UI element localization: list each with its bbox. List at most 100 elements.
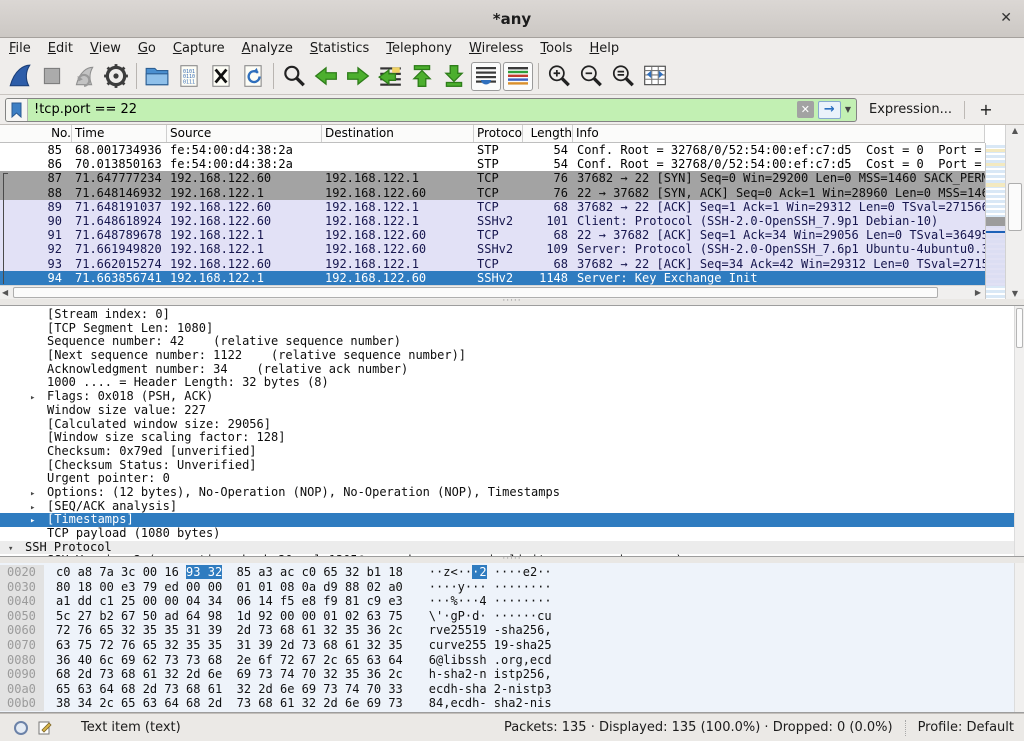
menu-wireless[interactable]: Wireless: [469, 41, 523, 56]
hex-bytes[interactable]: 38 34 2c 65 63 64 68 2d 73 68 61 32 2d 6…: [56, 696, 403, 711]
hex-row[interactable]: 007063 75 72 76 65 32 35 35 31 39 2d 73 …: [0, 638, 1024, 653]
vscroll-thumb[interactable]: [1008, 183, 1022, 231]
title-bar[interactable]: *any ✕: [0, 0, 1024, 38]
expert-info-icon[interactable]: [13, 720, 29, 736]
auto-scroll-icon[interactable]: [471, 62, 501, 91]
hex-bytes[interactable]: 80 18 00 e3 79 ed 00 00 01 01 08 0a d9 8…: [56, 580, 403, 595]
hex-row[interactable]: 0040a1 dd c1 25 00 00 04 34 06 14 f5 e8 …: [0, 594, 1024, 609]
filter-dropdown-icon[interactable]: ▼: [845, 105, 851, 114]
hex-row[interactable]: 00b038 34 2c 65 63 64 68 2d 73 68 61 32 …: [0, 696, 1024, 711]
hex-row[interactable]: 008036 40 6c 69 62 73 73 68 2e 6f 72 67 …: [0, 653, 1024, 668]
menu-tools[interactable]: Tools: [540, 41, 572, 56]
hex-ascii[interactable]: \'·gP·d· ······cu: [429, 609, 552, 624]
detail-line[interactable]: ▸Options: (12 bytes), No-Operation (NOP)…: [0, 486, 1024, 500]
menu-file[interactable]: File: [9, 41, 31, 56]
detail-line[interactable]: [Calculated window size: 29056]: [0, 418, 1024, 432]
hex-ascii[interactable]: ··z<···2 ····e2··: [429, 565, 552, 580]
zoom-out-icon[interactable]: [576, 62, 606, 91]
column-header-length[interactable]: Length: [523, 125, 573, 142]
zoom-reset-icon[interactable]: [608, 62, 638, 91]
close-file-icon[interactable]: [206, 62, 236, 91]
packet-row[interactable]: 9271.661949820192.168.122.1192.168.122.6…: [0, 242, 985, 256]
hex-ascii[interactable]: 6@libssh .org,ecd: [429, 653, 552, 668]
hex-ascii[interactable]: h-sha2-n istp256,: [429, 667, 552, 682]
scroll-down-icon[interactable]: ▼: [1006, 289, 1024, 298]
hex-bytes[interactable]: a1 dd c1 25 00 00 04 34 06 14 f5 e8 f9 8…: [56, 594, 403, 609]
detail-line[interactable]: Checksum: 0x79ed [unverified]: [0, 445, 1024, 459]
display-filter-input[interactable]: [28, 99, 797, 121]
detail-line[interactable]: [Next sequence number: 1122 (relative se…: [0, 349, 1024, 363]
detail-line[interactable]: 1000 .... = Header Length: 32 bytes (8): [0, 376, 1024, 390]
packet-row[interactable]: 8670.013850163fe:54:00:d4:38:2aSTP54Conf…: [0, 157, 985, 171]
status-profile[interactable]: Profile: Default: [918, 720, 1014, 735]
colorize-icon[interactable]: [503, 62, 533, 91]
hex-bytes[interactable]: 36 40 6c 69 62 73 73 68 2e 6f 72 67 2c 6…: [56, 653, 403, 668]
column-header-no[interactable]: No.: [0, 125, 72, 142]
scroll-right-icon[interactable]: ▶: [975, 288, 981, 297]
detail-line[interactable]: TCP payload (1080 bytes): [0, 527, 1024, 541]
go-forward-icon[interactable]: [343, 62, 373, 91]
hex-ascii[interactable]: curve255 19-sha25: [429, 638, 552, 653]
detail-line[interactable]: [Stream index: 0]: [0, 308, 1024, 322]
details-scroll-thumb[interactable]: [1016, 308, 1023, 348]
packet-list-vscrollbar[interactable]: ▲ ▼: [1005, 125, 1024, 299]
capture-comment-icon[interactable]: [37, 720, 53, 736]
stop-capture-icon[interactable]: [37, 62, 67, 91]
hex-row[interactable]: 009068 2d 73 68 61 32 2d 6e 69 73 74 70 …: [0, 667, 1024, 682]
detail-line[interactable]: ▸SSH Version 2 (encryption:chacha20-poly…: [0, 554, 1024, 557]
save-file-icon[interactable]: 010101100111: [174, 62, 204, 91]
hex-bytes[interactable]: 5c 27 b2 67 50 ad 64 98 1d 92 00 00 01 0…: [56, 609, 403, 624]
column-header-source[interactable]: Source: [167, 125, 322, 142]
hex-row[interactable]: 0020c0 a8 7a 3c 00 16 93 32 85 a3 ac c0 …: [0, 565, 1024, 580]
reload-file-icon[interactable]: [238, 62, 268, 91]
hex-ascii[interactable]: ····y··· ········: [429, 580, 552, 595]
packet-row[interactable]: 9171.648789678192.168.122.1192.168.122.6…: [0, 228, 985, 242]
filter-apply-icon[interactable]: →: [818, 101, 841, 119]
bytes-vscrollbar[interactable]: [1014, 563, 1024, 712]
hex-row[interactable]: 006072 76 65 32 35 35 31 39 2d 73 68 61 …: [0, 623, 1024, 638]
expression-button[interactable]: Expression...: [869, 102, 952, 117]
packet-row[interactable]: 9471.663856741192.168.122.1192.168.122.6…: [0, 271, 985, 285]
resize-columns-icon[interactable]: [640, 62, 670, 91]
collapsed-arrow-icon[interactable]: ▸: [30, 556, 47, 557]
go-to-top-icon[interactable]: [407, 62, 437, 91]
zoom-in-icon[interactable]: [544, 62, 574, 91]
hscroll-thumb[interactable]: [13, 287, 938, 298]
add-filter-button[interactable]: +: [977, 100, 995, 119]
packet-minimap[interactable]: [985, 143, 1005, 299]
open-file-icon[interactable]: [142, 62, 172, 91]
detail-line[interactable]: Acknowledgment number: 34 (relative ack …: [0, 363, 1024, 377]
display-filter-box[interactable]: ✕ → ▼: [5, 98, 857, 122]
scroll-left-icon[interactable]: ◀: [2, 288, 8, 297]
hex-bytes[interactable]: 68 2d 73 68 61 32 2d 6e 69 73 74 70 32 3…: [56, 667, 403, 682]
filter-bookmark-icon[interactable]: [6, 99, 28, 121]
column-header-time[interactable]: Time: [72, 125, 167, 142]
menu-analyze[interactable]: Analyze: [242, 41, 293, 56]
expanded-arrow-icon[interactable]: ▾: [8, 543, 25, 557]
hex-ascii[interactable]: rve25519 -sha256,: [429, 623, 552, 638]
hex-ascii[interactable]: ···%···4 ········: [429, 594, 552, 609]
menu-go[interactable]: Go: [138, 41, 156, 56]
hex-bytes[interactable]: 72 76 65 32 35 35 31 39 2d 73 68 61 32 3…: [56, 623, 403, 638]
packet-row[interactable]: 9371.662015274192.168.122.60192.168.122.…: [0, 257, 985, 271]
menu-statistics[interactable]: Statistics: [310, 41, 369, 56]
hex-ascii[interactable]: ecdh-sha 2-nistp3: [429, 682, 552, 697]
menu-view[interactable]: View: [90, 41, 121, 56]
scroll-up-icon[interactable]: ▲: [1006, 126, 1024, 135]
hex-row[interactable]: 00a065 63 64 68 2d 73 68 61 32 2d 6e 69 …: [0, 682, 1024, 697]
hex-row[interactable]: 00505c 27 b2 67 50 ad 64 98 1d 92 00 00 …: [0, 609, 1024, 624]
hex-bytes[interactable]: c0 a8 7a 3c 00 16 93 32 85 a3 ac c0 65 3…: [56, 565, 403, 580]
detail-line[interactable]: [Checksum Status: Unverified]: [0, 459, 1024, 473]
menu-telephony[interactable]: Telephony: [386, 41, 452, 56]
detail-line[interactable]: ▾SSH Protocol: [0, 541, 1024, 555]
go-back-icon[interactable]: [311, 62, 341, 91]
close-icon[interactable]: ✕: [1000, 10, 1012, 26]
find-packet-icon[interactable]: [279, 62, 309, 91]
packet-row[interactable]: 8871.648146932192.168.122.1192.168.122.6…: [0, 186, 985, 200]
capture-options-icon[interactable]: [101, 62, 131, 91]
column-header-info[interactable]: Info: [573, 125, 985, 142]
detail-line[interactable]: Urgent pointer: 0: [0, 472, 1024, 486]
packet-row[interactable]: 8568.001734936fe:54:00:d4:38:2aSTP54Conf…: [0, 143, 985, 157]
start-capture-icon[interactable]: [5, 62, 35, 91]
detail-line[interactable]: Sequence number: 42 (relative sequence n…: [0, 335, 1024, 349]
